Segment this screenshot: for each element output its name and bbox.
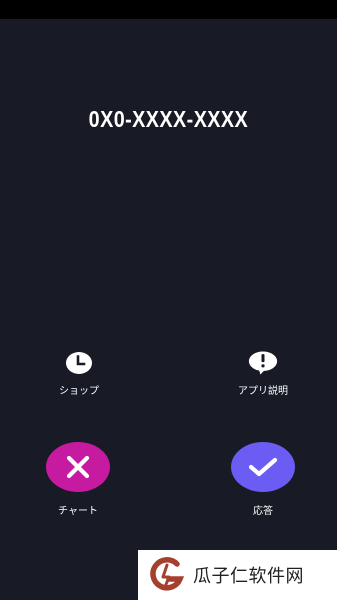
- chart-label: チャート: [58, 506, 98, 517]
- watermark-text: 瓜子仁软件网: [193, 566, 304, 587]
- shop-button[interactable]: ショップ: [24, 350, 134, 397]
- chart-button[interactable]: チャート: [23, 442, 133, 517]
- answer-circle[interactable]: [231, 442, 295, 492]
- app-info-label: アプリ説明: [238, 386, 288, 397]
- decline-circle[interactable]: [46, 442, 110, 492]
- shop-label: ショップ: [59, 386, 99, 397]
- close-icon: [66, 455, 90, 479]
- watermark-banner: 瓜子仁软件网: [138, 550, 337, 600]
- alert-bubble-icon: [248, 350, 278, 376]
- clock-icon: [64, 350, 94, 376]
- caller-number: 0X0-XXXX-XXXX: [88, 106, 249, 132]
- status-bar: [0, 0, 337, 19]
- check-icon: [248, 457, 278, 477]
- answer-button[interactable]: 応答: [208, 442, 318, 517]
- watermark-logo-icon: [150, 557, 185, 591]
- answer-label: 応答: [253, 506, 273, 517]
- app-info-button[interactable]: アプリ説明: [208, 350, 318, 397]
